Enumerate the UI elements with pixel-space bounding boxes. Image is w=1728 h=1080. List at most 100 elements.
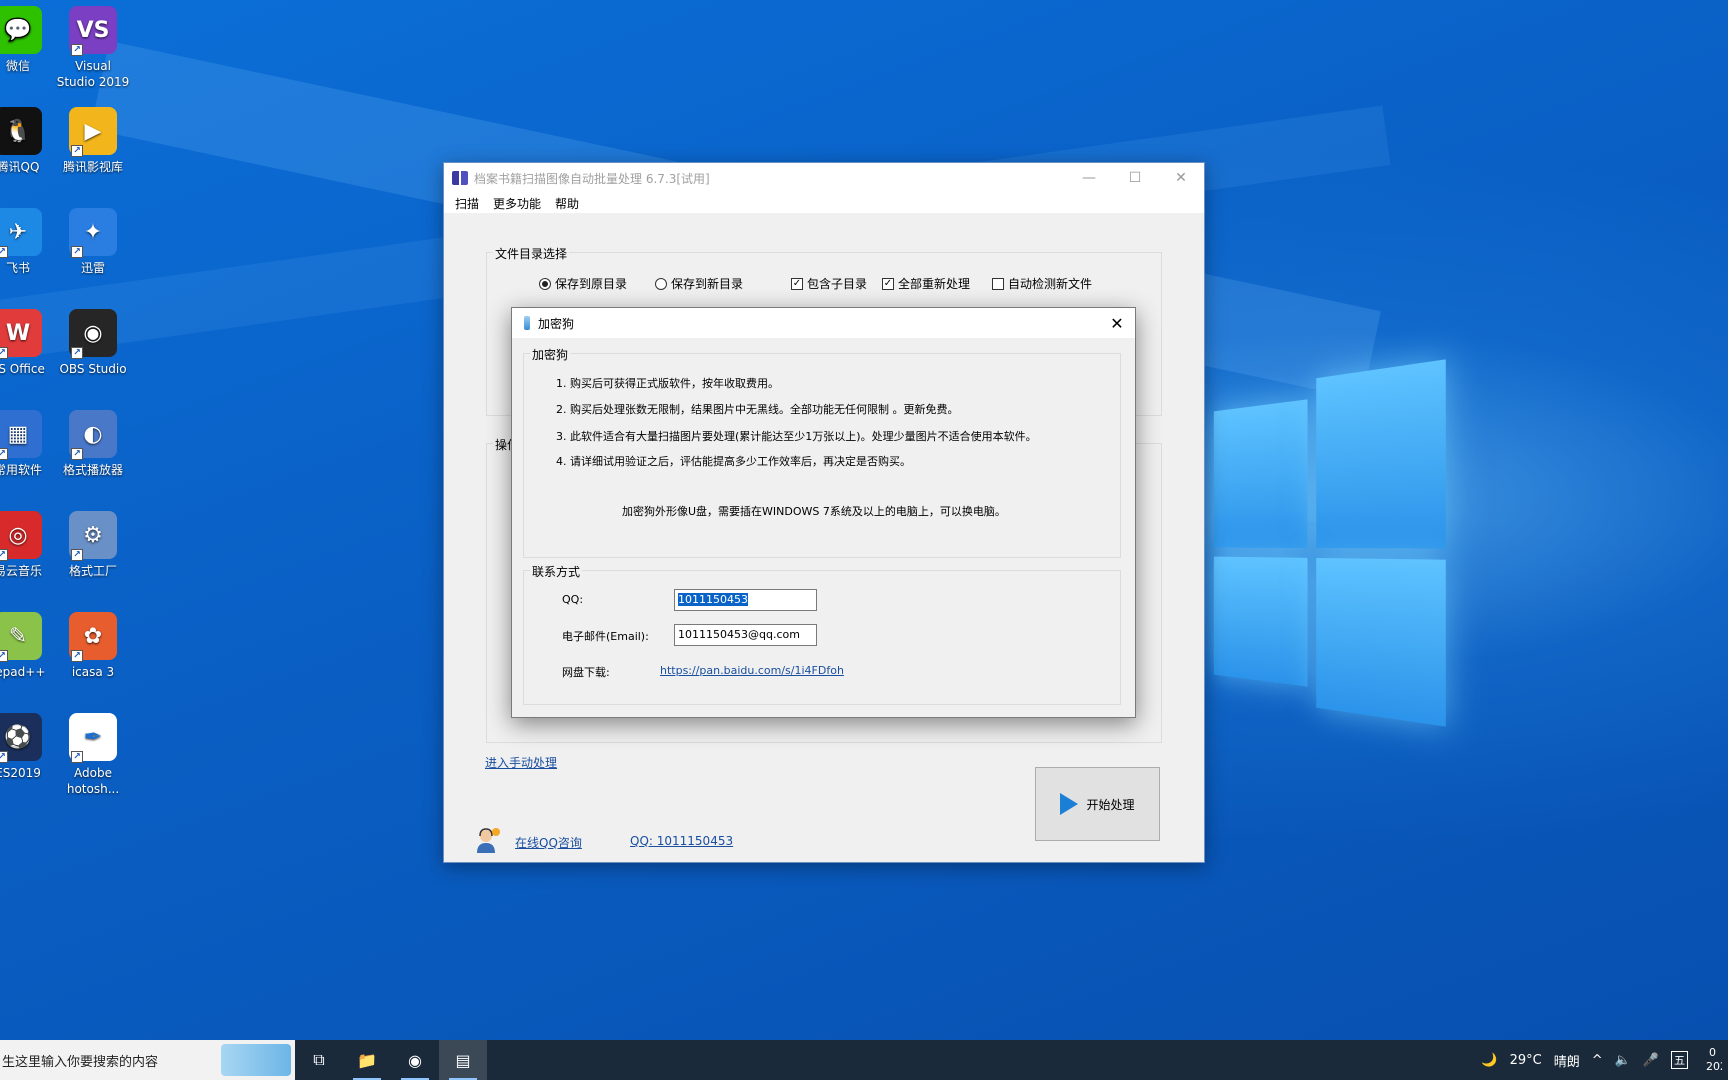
app-shortcut-icon: ⚽ ↗	[0, 713, 42, 763]
desktop-icon[interactable]: ✈ ↗ 飞书	[0, 208, 58, 276]
app-shortcut-icon: ◐ ↗	[69, 410, 117, 460]
system-tray: 🌙 29°C 晴朗 ^ 🔈 🎤 五 0 202	[1475, 1040, 1728, 1080]
app-shortcut-icon: ◎ ↗	[0, 511, 42, 561]
weather-temp[interactable]: 29°C	[1510, 1053, 1542, 1068]
note-item: 4. 请详细试用验证之后，评估能提高多少工作效率后，再决定是否购买。	[556, 455, 911, 468]
check-reprocess[interactable]: ✓ 全部重新处理	[882, 275, 970, 292]
qq-field[interactable]: 1011150453	[674, 589, 817, 611]
app-shortcut-icon: ▶ ↗	[69, 107, 117, 157]
checkbox-label: 自动检测新文件	[1008, 277, 1093, 291]
radio-label: 保存到原目录	[555, 277, 628, 291]
menu-more[interactable]: 更多功能	[486, 195, 548, 212]
download-link[interactable]: https://pan.baidu.com/s/1i4FDfoh	[660, 664, 844, 677]
desktop-icon-label: Visual	[75, 59, 111, 73]
check-subdirs[interactable]: ✓ 包含子目录	[791, 275, 867, 292]
weather-desc[interactable]: 晴朗	[1554, 1051, 1580, 1070]
radio-save-new[interactable]: 保存到新目录	[655, 275, 743, 292]
checkbox-label: 包含子目录	[807, 277, 868, 291]
radio-indicator	[539, 277, 551, 290]
file-explorer-icon[interactable]: 📁	[343, 1040, 391, 1080]
app-shortcut-icon: ⚙ ↗	[69, 511, 117, 561]
main-titlebar[interactable]: 档案书籍扫描图像自动批量处理 6.7.3[试用] — ☐ ✕	[444, 163, 1204, 193]
shortcut-arrow-icon: ↗	[71, 246, 83, 258]
ime-indicator[interactable]: 五	[1671, 1051, 1688, 1069]
shortcut-arrow-icon: ↗	[71, 448, 83, 460]
shortcut-arrow-icon: ↗	[0, 448, 8, 460]
desktop-icon-label: OBS Studio	[59, 362, 127, 376]
desktop-icon[interactable]: ▦↗ 常用软件	[0, 410, 58, 478]
maximize-button[interactable]: ☐	[1112, 170, 1158, 186]
obs-icon[interactable]: ◉	[391, 1040, 439, 1080]
shortcut-arrow-icon: ↗	[0, 347, 8, 359]
desktop-icon-label: Adobe	[74, 766, 112, 780]
manual-process-link[interactable]: 进入手动处理	[485, 754, 557, 771]
dialog-titlebar[interactable]: 加密狗 ✕	[512, 308, 1135, 338]
email-field[interactable]: 1011150453@qq.com	[674, 624, 817, 646]
app-shortcut-icon: ▦ ↗	[0, 410, 42, 460]
note-item: 2. 购买后处理张数无限制，结果图片中无黑线。全部功能无任何限制 。更新免费。	[556, 403, 959, 416]
desktop-icon-label: 格式工厂	[68, 564, 117, 578]
desktop-icon[interactable]: ✦ ↗ 迅雷	[53, 208, 133, 276]
desktop-icon-label: 微信	[5, 59, 30, 73]
shortcut-arrow-icon: ↗	[71, 44, 83, 56]
moon-icon[interactable]: 🌙	[1481, 1053, 1497, 1068]
desktop-icon-label: 易云音乐	[0, 564, 42, 578]
note-item: 3. 此软件适合有大量扫描图片要处理(累计能达至少1万张以上)。处理少量图片不适…	[556, 430, 1037, 443]
note-item: 1. 购买后可获得正式版软件，按年收取费用。	[556, 377, 779, 390]
menubar: 扫描 更多功能 帮助	[444, 193, 1204, 213]
desktop-icon[interactable]: 🐧 腾讯QQ	[0, 107, 58, 175]
desktop-icon[interactable]: VS ↗ Visual Studio 2019	[53, 6, 133, 90]
desktop-icon[interactable]: 💬 微信	[0, 6, 58, 74]
desktop-icon[interactable]: ✎↗ tepad++	[0, 612, 58, 680]
app-shortcut-icon: ✦ ↗	[69, 208, 117, 258]
app-shortcut-icon: ✒ ↗	[69, 713, 117, 763]
app-shortcut-icon: 💬	[0, 6, 42, 54]
clock[interactable]: 0 202	[1700, 1046, 1722, 1074]
shortcut-arrow-icon: ↗	[71, 650, 83, 662]
taskbar-search[interactable]: 生这里输入你要搜索的内容	[0, 1040, 295, 1080]
shortcut-arrow-icon: ↗	[71, 751, 83, 763]
menu-help[interactable]: 帮助	[548, 195, 586, 212]
app-shortcut-icon: VS ↗	[69, 6, 117, 56]
minimize-button[interactable]: —	[1066, 170, 1112, 186]
desktop-icon-label: 腾讯QQ	[0, 160, 40, 174]
microphone-icon[interactable]: 🎤	[1643, 1053, 1659, 1068]
app-shortcut-icon: W ↗	[0, 309, 42, 359]
desktop-icon-label: 腾讯影视库	[62, 160, 123, 174]
desktop-icon[interactable]: ▶ ↗ 腾讯影视库	[53, 107, 133, 175]
shortcut-arrow-icon: ↗	[71, 145, 83, 157]
check-autodetect[interactable]: 自动检测新文件	[992, 275, 1092, 292]
desktop-icon[interactable]: ◎↗ 易云音乐	[0, 511, 58, 579]
desktop-icon[interactable]: ◐ ↗ 格式播放器	[53, 410, 133, 478]
task-view-icon[interactable]: ⧉	[295, 1040, 343, 1080]
app-shortcut-icon: ◉ ↗	[69, 309, 117, 359]
start-process-button[interactable]: 开始处理	[1035, 767, 1160, 841]
tray-expand-icon[interactable]: ^	[1592, 1053, 1603, 1068]
checkbox-checked-icon: ✓	[791, 277, 803, 290]
search-placeholder: 生这里输入你要搜索的内容	[2, 1054, 159, 1070]
archive-app-icon[interactable]: ▤	[439, 1040, 487, 1080]
menu-scan[interactable]: 扫描	[448, 195, 486, 212]
desktop-icon-label: 飞书	[5, 261, 30, 275]
usb-note: 加密狗外形像U盘，需要插在WINDOWS 7系统及以上的电脑上，可以换电脑。	[622, 505, 1006, 518]
desktop-icon-label: 迅雷	[80, 261, 105, 275]
clock-date: 202	[1706, 1060, 1722, 1073]
radio-save-original[interactable]: 保存到原目录	[539, 275, 627, 292]
dialog-close-button[interactable]: ✕	[1099, 314, 1135, 333]
desktop-icon[interactable]: ✒ ↗ Adobe hotosh...	[53, 713, 133, 797]
search-highlight-image	[221, 1044, 291, 1076]
desktop-icon[interactable]: ◉ ↗ OBS Studio	[53, 309, 133, 377]
desktop-icon[interactable]: ⚙ ↗ 格式工厂	[53, 511, 133, 579]
desktop-icon[interactable]: ✿ ↗ icasa 3	[53, 612, 133, 680]
online-qq-link[interactable]: 在线QQ咨询	[515, 834, 582, 851]
desktop-icon[interactable]: W↗ PS Office	[0, 309, 58, 377]
desktop-icon[interactable]: ⚽↗ ES2019	[0, 713, 58, 781]
desktop-icon-label: icasa 3	[71, 665, 115, 679]
volume-icon[interactable]: 🔈	[1615, 1053, 1631, 1068]
qq-number-link[interactable]: QQ: 1011150453	[630, 834, 733, 848]
dialog-title: 加密狗	[538, 316, 575, 331]
support-agent-icon	[477, 828, 500, 853]
contact-group: 联系方式 QQ: 1011150453 电子邮件(Email): 1011150…	[523, 563, 1121, 705]
dir-group-legend: 文件目录选择	[493, 245, 570, 262]
close-button[interactable]: ✕	[1158, 170, 1204, 186]
